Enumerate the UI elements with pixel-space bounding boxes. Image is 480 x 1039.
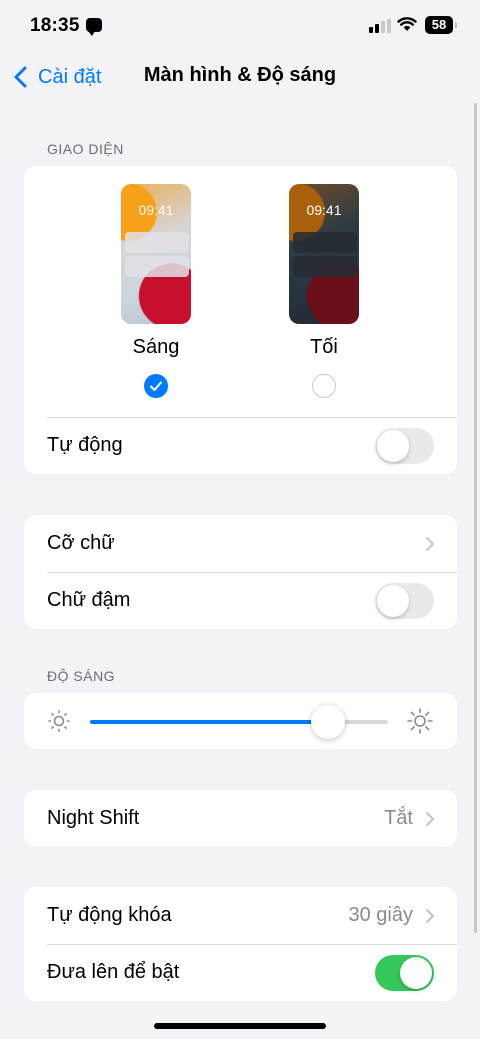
cellular-signal-icon — [369, 19, 391, 33]
dark-mode-radio[interactable] — [312, 374, 336, 398]
checkmark-icon — [150, 381, 162, 391]
wifi-icon — [397, 17, 417, 31]
light-mode-label: Sáng — [132, 336, 180, 358]
dark-preview-time: 09:41 — [306, 202, 342, 218]
toggle-knob — [377, 430, 409, 462]
page-title: Màn hình & Độ sáng — [143, 64, 337, 86]
message-icon — [86, 18, 102, 36]
bold-text-toggle[interactable] — [375, 583, 434, 619]
auto-lock-value: 30 giây — [348, 904, 414, 926]
sun-large-icon — [407, 708, 433, 734]
chevron-right-icon — [426, 537, 434, 551]
chevron-right-icon — [426, 909, 434, 923]
text-size-label: Cỡ chữ — [47, 532, 115, 554]
home-indicator — [154, 1023, 326, 1029]
brightness-slider-fill — [90, 720, 329, 724]
status-time: 18:35 — [30, 15, 80, 36]
automatic-row: Tự động — [24, 417, 457, 474]
brightness-card — [24, 693, 457, 749]
toggle-knob — [400, 957, 432, 989]
light-preview-time: 09:41 — [138, 202, 174, 218]
dark-mode-label: Tối — [310, 336, 338, 358]
battery-icon: 58 — [425, 16, 457, 34]
night-shift-label: Night Shift — [47, 807, 140, 829]
auto-lock-label: Tự động khóa — [47, 904, 172, 926]
raise-to-wake-toggle[interactable] — [375, 955, 434, 991]
light-mode-radio[interactable] — [144, 374, 168, 398]
night-shift-card: Night Shift Tắt — [24, 790, 457, 847]
status-bar: 18:35 58 — [0, 0, 480, 50]
navigation-bar: Cài đặt Màn hình & Độ sáng — [0, 50, 480, 104]
light-preview-notification — [125, 232, 189, 253]
appearance-section-header: GIAO DIỆN — [47, 141, 124, 157]
raise-to-wake-label: Đưa lên để bật — [47, 961, 180, 983]
text-size-row[interactable]: Cỡ chữ — [24, 515, 457, 572]
bold-text-row: Chữ đậm — [24, 572, 457, 629]
auto-lock-row[interactable]: Tự động khóa 30 giây — [24, 887, 457, 944]
raise-to-wake-row: Đưa lên để bật — [24, 944, 457, 1001]
dark-mode-option[interactable]: 09:41 Tối — [269, 184, 379, 404]
scrollbar[interactable] — [474, 103, 477, 933]
dark-preview-notification — [293, 232, 357, 253]
light-preview-notification — [125, 256, 189, 277]
night-shift-value: Tắt — [384, 807, 413, 829]
text-card: Cỡ chữ Chữ đậm — [24, 515, 457, 629]
light-mode-preview: 09:41 — [121, 184, 191, 324]
automatic-label: Tự động — [47, 434, 123, 456]
brightness-section-header: ĐỘ SÁNG — [47, 668, 116, 684]
battery-level: 58 — [431, 17, 447, 32]
brightness-slider-thumb[interactable] — [311, 705, 346, 739]
bold-text-label: Chữ đậm — [47, 589, 131, 611]
dark-mode-preview: 09:41 — [289, 184, 359, 324]
brightness-slider[interactable] — [90, 705, 388, 739]
night-shift-row[interactable]: Night Shift Tắt — [24, 790, 457, 847]
dark-preview-notification — [293, 256, 357, 277]
automatic-toggle[interactable] — [375, 428, 434, 464]
lock-card: Tự động khóa 30 giây Đưa lên để bật — [24, 887, 457, 1001]
chevron-right-icon — [426, 812, 434, 826]
light-mode-option[interactable]: 09:41 Sáng — [101, 184, 211, 404]
appearance-card: 09:41 Sáng 09:41 Tối Tự động — [24, 166, 457, 474]
toggle-knob — [377, 585, 409, 617]
sun-small-icon — [48, 710, 70, 732]
